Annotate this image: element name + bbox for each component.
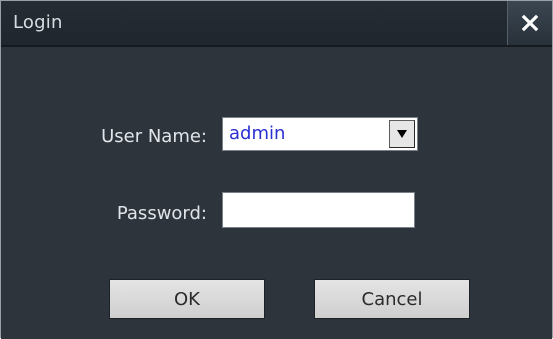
chevron-down-icon (397, 130, 407, 138)
username-value: admin (229, 123, 286, 144)
username-label: User Name: (101, 126, 207, 147)
window-title: Login (13, 12, 63, 33)
password-field[interactable] (222, 192, 415, 228)
title-bar: Login (1, 1, 552, 47)
username-select[interactable]: admin (222, 117, 418, 151)
close-button[interactable] (507, 1, 552, 45)
cancel-button[interactable]: Cancel (314, 279, 470, 319)
password-label: Password: (116, 203, 207, 224)
dropdown-button[interactable] (389, 120, 415, 148)
dialog-body: User Name: admin Password: OK Cancel (1, 47, 552, 339)
close-icon (521, 14, 539, 32)
login-dialog: Login User Name: admin Password: OK Canc… (0, 0, 553, 339)
ok-button[interactable]: OK (109, 279, 265, 319)
